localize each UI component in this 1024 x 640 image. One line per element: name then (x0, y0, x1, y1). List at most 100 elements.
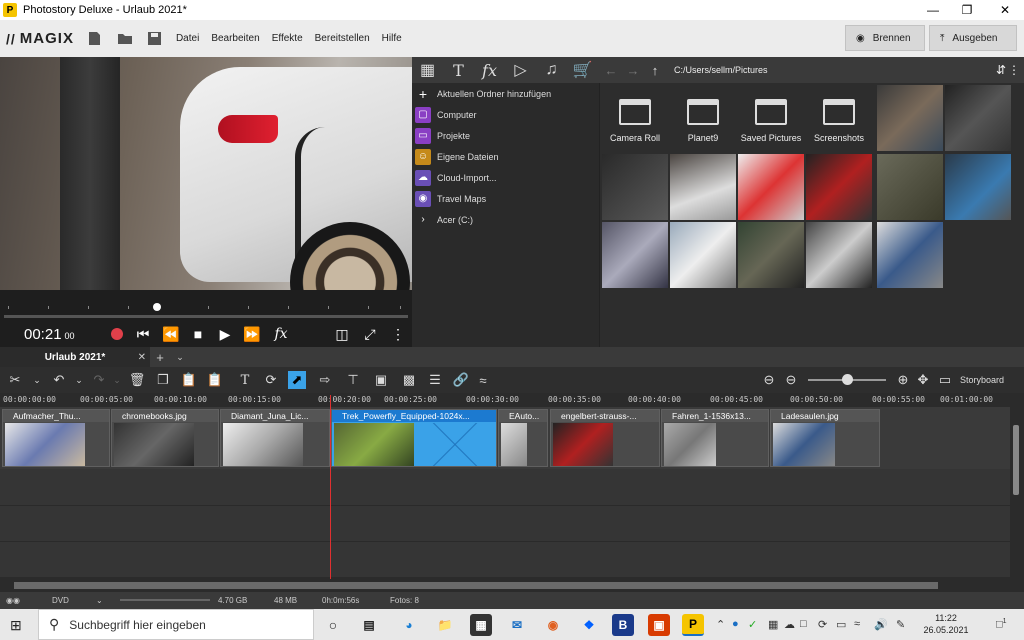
minimize-button[interactable]: — (916, 0, 950, 20)
tray-device-icon[interactable]: □ (800, 618, 807, 630)
tray-chevron-icon[interactable]: ⌃ (716, 618, 725, 631)
taskbar-search[interactable]: ⚲ Suchbegriff hier eingeben (38, 609, 314, 640)
format-select[interactable]: DVD (52, 596, 69, 605)
pool-menu-icon[interactable]: ⋮ (1008, 63, 1020, 77)
burn-button[interactable]: ◉ Brennen (845, 25, 925, 51)
cast-icon[interactable]: ◫ (333, 325, 351, 343)
unlink-icon[interactable]: ≈ (474, 371, 492, 389)
media-thumbnail[interactable] (945, 85, 1011, 151)
tree-item-projects[interactable]: ▭ Projekte (412, 125, 599, 146)
more-icon[interactable]: ⋮ (389, 325, 407, 343)
explorer-icon[interactable]: 📁 (434, 614, 456, 636)
group-icon[interactable]: ▩ (400, 371, 418, 389)
save-icon[interactable] (146, 30, 164, 48)
transitions-icon[interactable]: ▷ (505, 57, 536, 83)
skip-back-icon[interactable]: ⏮ (134, 325, 152, 343)
timeline-horizontal-scrollbar[interactable] (0, 579, 1024, 592)
tree-item-computer[interactable]: ▢ Computer (412, 104, 599, 125)
tray-cloud-icon[interactable]: ☁ (784, 618, 795, 631)
tab-list-icon[interactable]: ⌄ (170, 352, 190, 363)
timeline-clip-selected[interactable]: Trek_Powerfly_Equipped-1024x... (331, 409, 497, 467)
media-thumbnail[interactable] (877, 85, 943, 151)
move-tool-icon[interactable]: ⇨ (316, 371, 334, 389)
paste-disabled-icon[interactable]: 📋 (206, 371, 224, 389)
delete-icon[interactable]: 🗑 (128, 371, 146, 389)
tree-item-cloud-import[interactable]: ☁ Cloud-Import... (412, 167, 599, 188)
trim-tool-icon[interactable]: ⊤ (344, 371, 362, 389)
folder-screenshots[interactable]: Screenshots (806, 85, 872, 151)
mail-icon[interactable]: ✉ (506, 614, 528, 636)
up-arrow-icon[interactable]: ↑ (644, 63, 666, 78)
media-thumbnail[interactable] (670, 222, 736, 288)
tree-item-add-folder[interactable]: + Aktuellen Ordner hinzufügen (412, 83, 599, 104)
shop-cart-icon[interactable]: 🛒 (567, 57, 598, 83)
cortana-icon[interactable]: ○ (322, 614, 344, 636)
media-thumbnail[interactable] (877, 222, 943, 288)
paste-icon[interactable]: 📋 (180, 371, 198, 389)
stop-icon[interactable]: ■ (189, 325, 207, 343)
title-text-icon[interactable]: T (236, 371, 254, 389)
tree-item-drive[interactable]: › Acer (C:) (412, 209, 599, 230)
zoom-out-icon[interactable]: ⊖ (782, 371, 800, 389)
project-tab[interactable]: Urlaub 2021* ✕ (0, 347, 150, 367)
link-icon[interactable]: 🔗 (452, 371, 470, 389)
close-tab-icon[interactable]: ✕ (138, 352, 146, 363)
menu-hilfe[interactable]: Hilfe (382, 33, 402, 44)
task-view-icon[interactable]: ▤ (358, 614, 380, 636)
media-thumbnail[interactable] (738, 222, 804, 288)
maximize-button[interactable]: ❐ (950, 0, 984, 20)
close-button[interactable]: ✕ (988, 0, 1022, 20)
zoom-out-all-icon[interactable]: ⊖ (760, 371, 778, 389)
mixer-icon[interactable]: ☰ (426, 371, 444, 389)
copy-icon[interactable]: ❐ (154, 371, 172, 389)
wifi-icon[interactable]: ≈ (854, 618, 860, 630)
notifications-icon[interactable]: □1 (996, 618, 1007, 631)
media-thumbnail[interactable] (877, 154, 943, 220)
menu-bearbeiten[interactable]: Bearbeiten (211, 33, 259, 44)
sort-icon[interactable]: ⇵ (996, 63, 1006, 77)
effects-icon[interactable]: fx (474, 57, 505, 83)
tray-app-icon[interactable]: ● (732, 618, 739, 630)
timeline-clip[interactable]: Aufmacher_Thu... (2, 409, 110, 467)
pen-icon[interactable]: ✎ (896, 618, 905, 631)
media-thumbnail[interactable] (738, 154, 804, 220)
rotate-icon[interactable]: ⟳ (262, 371, 280, 389)
fast-forward-icon[interactable]: ⏩ (243, 325, 261, 343)
back-arrow-icon[interactable]: ← (600, 63, 622, 78)
timeline-clip[interactable]: Ladesaulen.jpg (770, 409, 880, 467)
menu-bereitstellen[interactable]: Bereitstellen (315, 33, 370, 44)
menu-datei[interactable]: Datei (176, 33, 199, 44)
media-thumbnail[interactable] (602, 222, 668, 288)
add-tab-icon[interactable]: + (150, 350, 170, 365)
folder-planet9[interactable]: Planet9 (670, 85, 736, 151)
media-thumbnail[interactable] (806, 222, 872, 288)
fx-icon[interactable]: fx (272, 325, 290, 343)
forward-arrow-icon[interactable]: → (622, 63, 644, 78)
undo-icon[interactable]: ↶ (50, 371, 68, 389)
windows-start-icon[interactable]: ⊞ (10, 617, 22, 634)
dropbox-icon[interactable]: ❖ (578, 614, 600, 636)
tray-refresh-icon[interactable]: ⟳ (818, 618, 827, 631)
preview-scrubber[interactable] (0, 290, 412, 320)
text-icon[interactable]: T (443, 57, 474, 83)
fit-icon[interactable]: ✥ (914, 371, 932, 389)
open-folder-icon[interactable] (116, 30, 134, 48)
play-icon[interactable]: ▶ (216, 325, 234, 343)
media-thumbnail[interactable] (945, 154, 1011, 220)
zoom-in-icon[interactable]: ⊕ (894, 371, 912, 389)
fullscreen-icon[interactable]: ⤢ (361, 325, 379, 343)
folder-camera-roll[interactable]: Camera Roll (602, 85, 668, 151)
office-icon[interactable]: ▣ (648, 614, 670, 636)
cut-options-icon[interactable]: ⌄ (28, 371, 46, 389)
redo-icon[interactable]: ↷ (90, 371, 108, 389)
storyboard-button[interactable]: Storyboard (960, 375, 1004, 385)
format-dropdown-icon[interactable]: ⌄ (96, 596, 103, 605)
tree-item-travel-maps[interactable]: ◉ Travel Maps (412, 188, 599, 209)
timeline-clip[interactable]: Fahren_1-1536x13... (661, 409, 769, 467)
record-button[interactable] (108, 325, 126, 343)
cut-icon[interactable]: ✂ (6, 371, 24, 389)
scrubber-knob[interactable] (153, 303, 161, 311)
timeline-clip[interactable]: Diamant_Juna_Lic... (220, 409, 330, 467)
playhead[interactable] (330, 395, 331, 580)
timeline-vertical-scrollbar[interactable] (1010, 407, 1024, 579)
